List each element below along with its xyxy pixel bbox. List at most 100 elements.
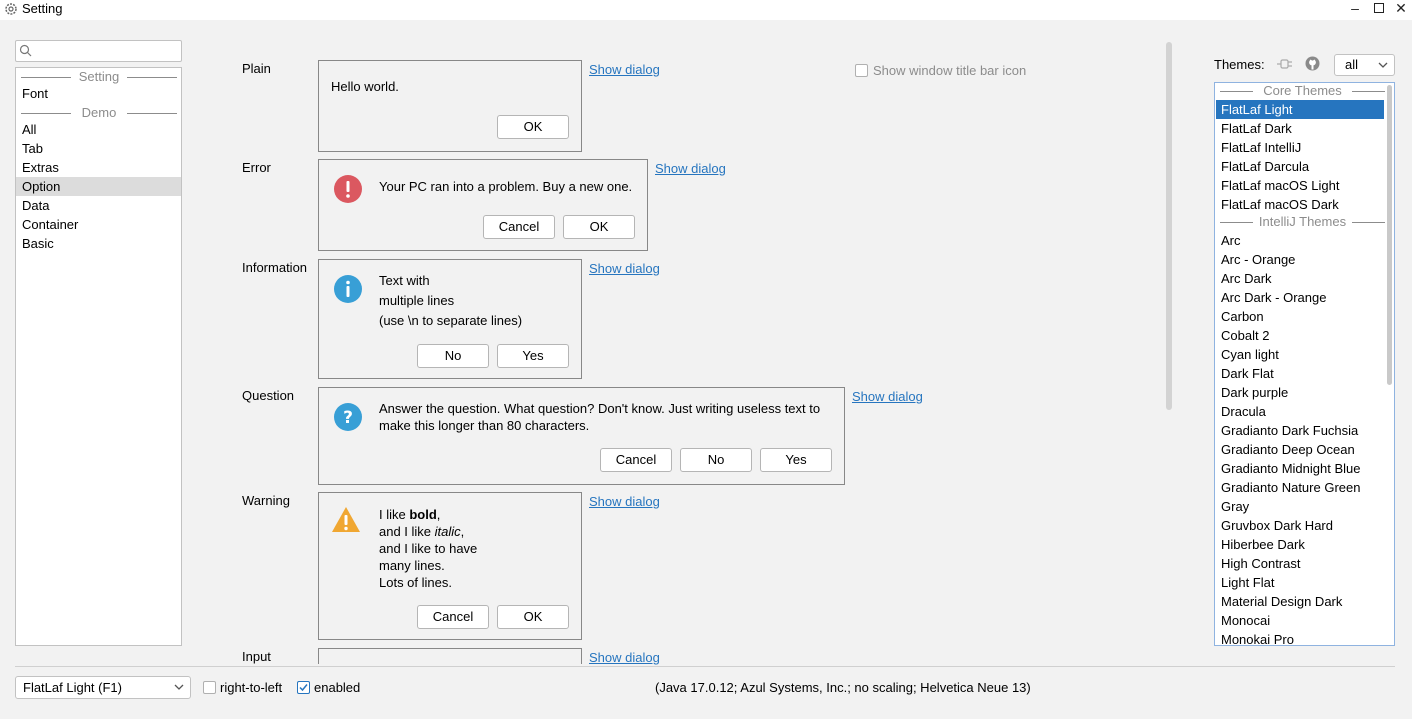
no-button[interactable]: No [417,344,489,368]
show-dialog-link-question[interactable]: Show dialog [852,389,923,404]
theme-item[interactable]: FlatLaf Darcula [1216,157,1384,176]
themes-label: Themes: [1214,57,1265,72]
theme-list-scrollbar[interactable] [1387,85,1392,385]
cancel-button[interactable]: Cancel [600,448,672,472]
show-dialog-link-input[interactable]: Show dialog [589,650,660,665]
look-and-feel-select[interactable]: FlatLaf Light (F1) [15,676,191,699]
theme-item[interactable]: Arc Dark - Orange [1216,288,1384,307]
github-icon[interactable] [1305,56,1320,71]
sidebar-item-option[interactable]: Option [16,177,181,196]
dialog-message-line: (use \n to separate lines) [379,313,523,328]
theme-item[interactable]: Gruvbox Dark Hard [1216,516,1384,535]
sidebar-nav: Setting Font Demo All Tab Extras Option … [15,67,182,646]
theme-list: Core Themes FlatLaf Light FlatLaf Dark F… [1214,82,1395,646]
gear-icon [5,3,17,15]
warning-dialog-preview: I like bold, and I like italic, and I li… [318,492,582,640]
theme-item[interactable]: Arc [1216,231,1384,250]
theme-item[interactable]: FlatLaf macOS Light [1216,176,1384,195]
sidebar-item-font[interactable]: Font [16,84,181,103]
row-label-information: Information [242,260,308,275]
minimize-button[interactable]: – [1344,0,1366,18]
yes-button[interactable]: Yes [760,448,832,472]
maximize-button[interactable] [1368,0,1390,18]
show-dialog-link-information[interactable]: Show dialog [589,261,660,276]
theme-item[interactable]: Dark Flat [1216,364,1384,383]
row-label-warning: Warning [242,493,290,508]
dialog-message-line: I like bold, [379,507,441,522]
svg-text:?: ? [343,408,353,428]
dialog-message: Hello world. [331,79,399,94]
dialog-message: Your PC ran into a problem. Buy a new on… [379,179,633,194]
theme-item[interactable]: Arc Dark [1216,269,1384,288]
dialog-message-line: and I like to have [379,541,478,556]
theme-item[interactable]: Gradianto Deep Ocean [1216,440,1384,459]
sidebar-item-tab[interactable]: Tab [16,139,181,158]
divider [15,666,1395,667]
enabled-checkbox[interactable] [297,681,310,694]
theme-item[interactable]: Hiberbee Dark [1216,535,1384,554]
search-input[interactable] [15,40,182,62]
theme-item[interactable]: Monokai Pro [1216,630,1384,645]
yes-button[interactable]: Yes [497,344,569,368]
theme-item[interactable]: Material Design Dark [1216,592,1384,611]
dialog-message-line: many lines. [379,558,445,573]
error-dialog-preview: Your PC ran into a problem. Buy a new on… [318,159,648,251]
plain-dialog-preview: Hello world. OK [318,60,582,152]
show-titlebar-icon-checkbox[interactable] [855,64,868,77]
status-text: (Java 17.0.12; Azul Systems, Inc.; no sc… [655,680,1031,695]
ok-button[interactable]: OK [497,115,569,139]
theme-section-header: Core Themes [1220,83,1385,99]
theme-item[interactable]: Arc - Orange [1216,250,1384,269]
row-label-input: Input [242,649,271,664]
theme-item[interactable]: High Contrast [1216,554,1384,573]
dialog-message-line: Answer the question. What question? Don'… [379,401,821,416]
theme-filter-select[interactable]: all [1334,54,1395,76]
row-label-plain: Plain [242,61,271,76]
theme-item[interactable]: Carbon [1216,307,1384,326]
plugin-icon[interactable] [1277,57,1293,71]
cancel-button[interactable]: Cancel [417,605,489,629]
dialog-message-line: Text with [379,273,430,288]
information-dialog-preview: Text with multiple lines (use \n to sepa… [318,259,582,379]
nav-section-header: Demo [21,105,177,121]
theme-item[interactable]: FlatLaf IntelliJ [1216,138,1384,157]
sidebar-item-basic[interactable]: Basic [16,234,181,253]
maximize-icon [1374,3,1384,13]
ok-button[interactable]: OK [497,605,569,629]
show-dialog-link-plain[interactable]: Show dialog [589,62,660,77]
right-to-left-checkbox[interactable] [203,681,216,694]
dialog-message-line: multiple lines [379,293,455,308]
sidebar-item-container[interactable]: Container [16,215,181,234]
theme-item[interactable]: Dark purple [1216,383,1384,402]
theme-item[interactable]: Monocai [1216,611,1384,630]
cancel-button[interactable]: Cancel [483,215,555,239]
theme-item[interactable]: Light Flat [1216,573,1384,592]
sidebar-item-data[interactable]: Data [16,196,181,215]
main-scrollbar[interactable] [1166,42,1172,410]
close-button[interactable]: ✕ [1390,0,1412,18]
show-dialog-link-warning[interactable]: Show dialog [589,494,660,509]
dialog-message-line: Lots of lines. [379,575,452,590]
error-icon [334,175,362,203]
theme-item[interactable]: Gray [1216,497,1384,516]
theme-item[interactable]: Cobalt 2 [1216,326,1384,345]
nav-section-header: Setting [21,69,177,85]
theme-item[interactable]: FlatLaf Dark [1216,119,1384,138]
theme-item[interactable]: FlatLaf macOS Dark [1216,195,1384,214]
ok-button[interactable]: OK [563,215,635,239]
theme-section-header: IntelliJ Themes [1220,214,1385,230]
sidebar-item-extras[interactable]: Extras [16,158,181,177]
theme-item[interactable]: Gradianto Nature Green [1216,478,1384,497]
show-dialog-link-error[interactable]: Show dialog [655,161,726,176]
input-dialog-preview [318,648,582,664]
question-dialog-preview: ? Answer the question. What question? Do… [318,387,845,485]
theme-item[interactable]: Dracula [1216,402,1384,421]
no-button[interactable]: No [680,448,752,472]
theme-item[interactable]: Gradianto Midnight Blue [1216,459,1384,478]
theme-item[interactable]: Gradianto Dark Fuchsia [1216,421,1384,440]
sidebar-item-all[interactable]: All [16,120,181,139]
info-icon [334,275,362,303]
dialog-message-line: and I like italic, [379,524,465,539]
theme-item[interactable]: FlatLaf Light [1216,100,1384,119]
theme-item[interactable]: Cyan light [1216,345,1384,364]
